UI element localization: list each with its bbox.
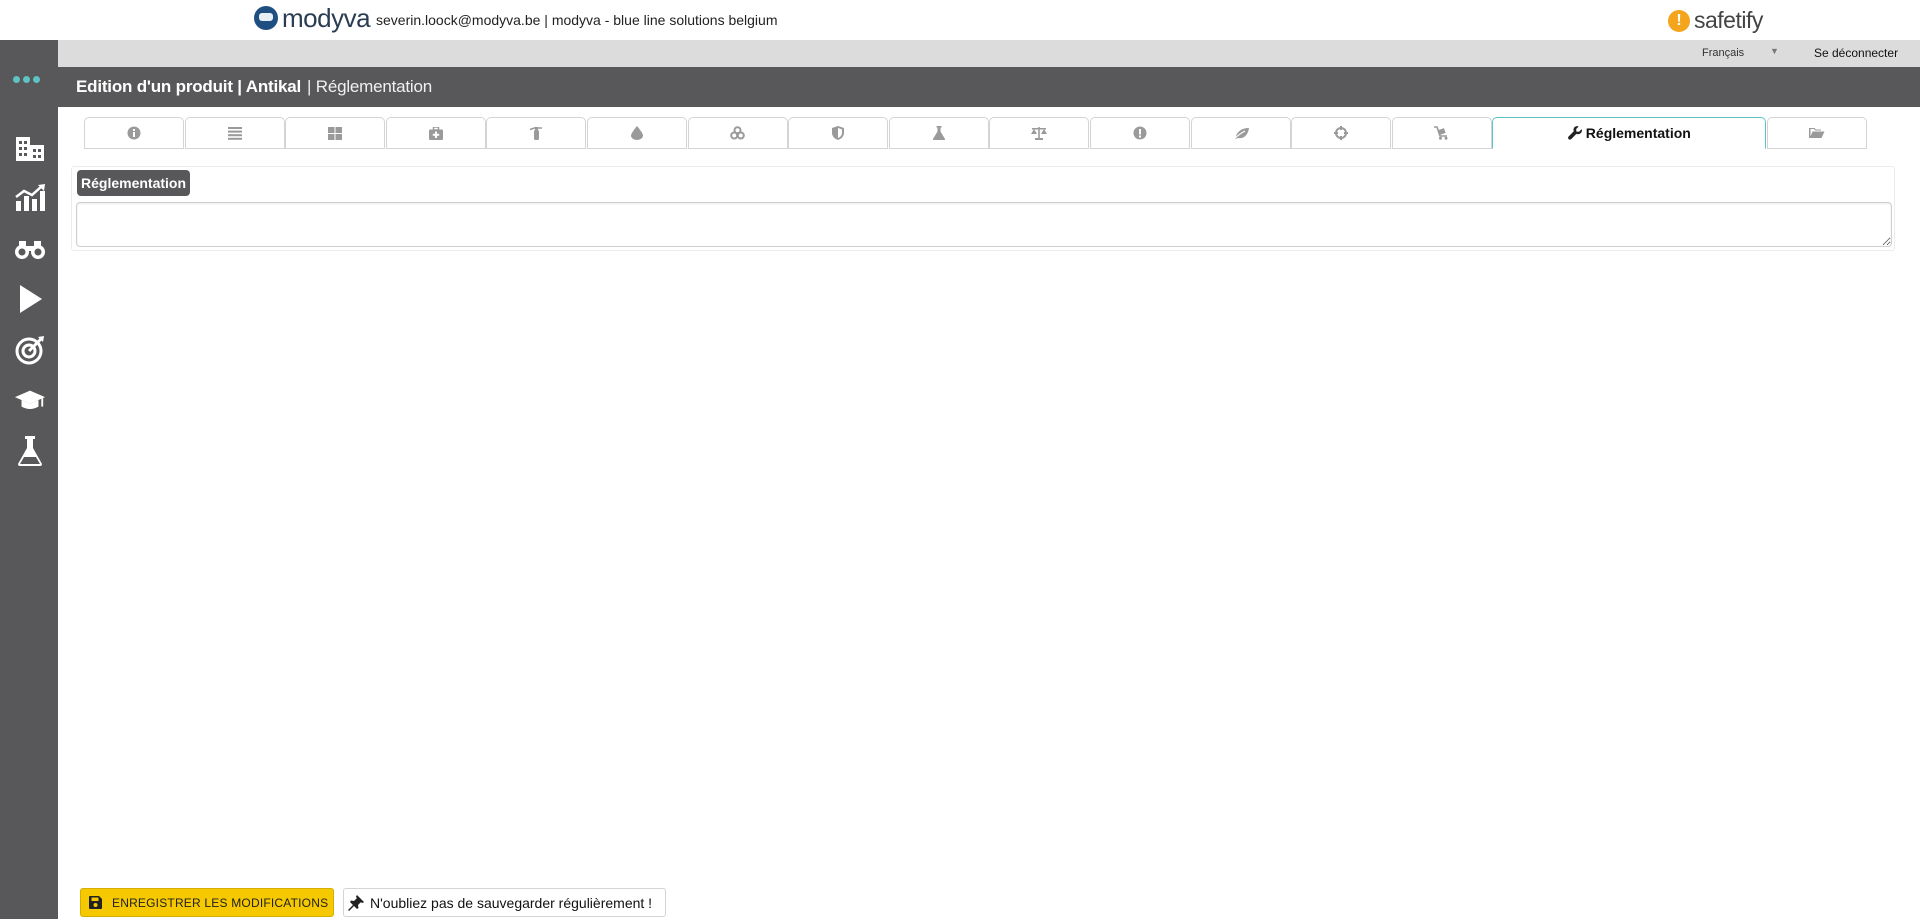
modyva-logo[interactable]: modyva	[254, 3, 371, 33]
crosshair-icon	[1334, 126, 1349, 140]
save-reminder-text: N'oubliez pas de sauvegarder régulièreme…	[370, 894, 653, 911]
safetify-icon: !	[1668, 9, 1690, 32]
user-info: severin.loock@modyva.be | modyva - blue …	[376, 12, 778, 28]
target-icon[interactable]	[14, 334, 46, 366]
sidebar	[0, 40, 58, 919]
cart-icon	[1434, 126, 1448, 140]
language-select[interactable]: Français	[1702, 47, 1744, 59]
page-title: Edition d'un produit | Antikal	[76, 77, 302, 96]
grid-icon	[328, 126, 343, 140]
tab-reglementation[interactable]: Réglementation	[1492, 117, 1767, 149]
safetify-logo: ! safetify	[1668, 7, 1763, 34]
save-button-label: ENREGISTRER LES MODIFICATIONS	[112, 895, 329, 910]
modyva-logo-icon	[254, 6, 278, 30]
tab-reglementation-label: Réglementation	[1585, 125, 1691, 141]
tab-extinguisher[interactable]	[486, 117, 587, 149]
leaf-icon	[1232, 127, 1249, 140]
shield-icon	[832, 126, 845, 140]
page-subtitle: | Réglementation	[307, 77, 433, 96]
tab-documents[interactable]	[1766, 117, 1867, 149]
save-reminder: N'oubliez pas de sauvegarder régulièreme…	[343, 888, 666, 917]
top-bar: modyva severin.loock@modyva.be | modyva …	[0, 0, 1920, 40]
tab-grid[interactable]	[285, 117, 386, 149]
chevron-down-icon[interactable]: ▼	[1770, 46, 1779, 56]
tab-info[interactable]	[84, 117, 184, 149]
first-aid-icon	[428, 126, 443, 140]
reglementation-panel: Réglementation	[71, 166, 1895, 251]
building-icon[interactable]	[14, 132, 46, 164]
play-icon[interactable]	[14, 283, 46, 315]
tab-first-aid[interactable]	[385, 117, 486, 149]
save-button[interactable]: ENREGISTRER LES MODIFICATIONS	[80, 888, 334, 917]
chart-icon[interactable]	[14, 182, 46, 214]
flask-icon	[932, 126, 945, 140]
page-header: Edition d'un produit | Antikal | Régleme…	[58, 67, 1920, 107]
flask-icon[interactable]	[14, 435, 46, 467]
sub-bar: Français ▼ Se déconnecter	[58, 40, 1920, 67]
binoculars-icon[interactable]	[14, 233, 46, 265]
wrench-icon	[1567, 126, 1582, 140]
folder-icon	[1808, 128, 1825, 138]
scale-icon	[1031, 127, 1048, 140]
tab-crosshair[interactable]	[1291, 117, 1392, 149]
section-label: Réglementation	[77, 170, 191, 196]
tab-biohazard[interactable]	[687, 117, 788, 149]
biohazard-icon	[730, 126, 745, 140]
tab-warning[interactable]	[1089, 117, 1190, 149]
tab-cart[interactable]	[1391, 117, 1492, 149]
save-icon	[89, 896, 102, 909]
tab-list[interactable]	[184, 117, 285, 149]
tab-bar: Réglementation	[84, 117, 1868, 149]
drop-icon	[630, 126, 643, 140]
extinguisher-icon	[530, 126, 543, 140]
tab-drop[interactable]	[586, 117, 687, 149]
list-icon	[227, 126, 242, 140]
tab-lab[interactable]	[888, 117, 989, 149]
graduation-cap-icon[interactable]	[14, 384, 46, 416]
warning-icon	[1133, 126, 1147, 140]
logout-link[interactable]: Se déconnecter	[1814, 46, 1898, 60]
info-icon	[127, 126, 141, 140]
menu-dots-icon[interactable]	[13, 76, 40, 83]
thumbtack-icon	[348, 894, 364, 911]
tab-shield[interactable]	[788, 117, 889, 149]
brand-name: modyva	[282, 3, 371, 33]
safetify-name: safetify	[1694, 7, 1763, 33]
tab-leaf[interactable]	[1190, 117, 1291, 149]
tab-scale[interactable]	[989, 117, 1090, 149]
reglementation-textarea[interactable]	[76, 202, 1892, 247]
